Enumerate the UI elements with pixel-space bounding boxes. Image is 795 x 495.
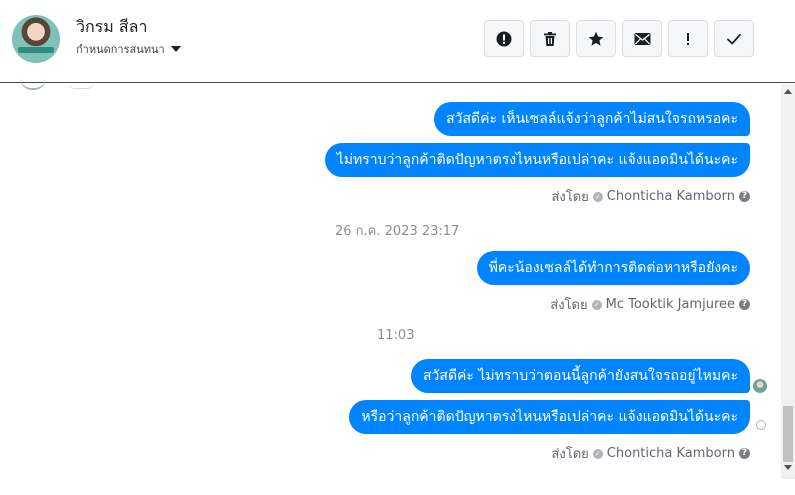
delete-button[interactable] [530,20,570,57]
timestamp: 26 ก.ค. 2023 23:17 [335,224,460,239]
verified-check-icon: ✓ [592,191,603,202]
scroll-up-arrow-icon[interactable] [781,88,795,98]
conversation-header: วิกรม สีลา กำหนดการสนทนา [0,0,795,83]
scrollbar[interactable] [781,84,795,479]
delivered-status-icon [756,420,766,430]
alert-circle-icon [496,31,512,46]
sent-by-label: ส่งโดย [550,298,588,313]
sent-by-label: ส่งโดย [551,447,589,462]
help-icon[interactable]: ? [739,448,750,459]
sent-by-line: ส่งโดย ✓ Chonticha Kamborn ? [551,186,750,207]
scroll-down-arrow-icon[interactable] [781,465,795,475]
mark-spam-button[interactable] [484,20,524,57]
message-bubble[interactable]: สวัสดีค่ะ ไม่ทราบว่าตอนนี้ลูกค้ายังสนใจร… [411,359,750,393]
previous-element-edge [68,82,94,89]
follow-up-button[interactable] [668,20,708,57]
contact-name[interactable]: วิกรม สีลา [76,15,147,40]
sender-name: Chonticha Kamborn [606,446,735,461]
sender-name: Chonticha Kamborn [606,189,735,204]
previous-avatar-edge [20,78,46,90]
timestamp: 11:03 [377,328,415,343]
star-icon [588,31,604,46]
scrollbar-thumb[interactable] [783,406,793,462]
sent-by-label: ส่งโดย [551,190,589,205]
conversation-toolbar [484,20,754,57]
sender-name: Mc Tooktik Jamjuree [605,297,735,312]
trash-icon [544,31,556,46]
message-bubble[interactable]: พี่คะน้องเซลล์ได้ทำการติดต่อหาหรือยังคะ [476,251,750,285]
message-bubble[interactable]: หรือว่าลูกค้าติดปัญหาตรงไหนหรือเปล่าคะ แ… [349,400,750,434]
conversation-settings-dropdown[interactable]: กำหนดการสนทนา [76,40,181,58]
help-icon[interactable]: ? [739,191,750,202]
verified-check-icon: ✓ [591,299,602,310]
conversation-settings-label: กำหนดการสนทนา [76,43,165,56]
exclamation-icon [687,32,689,45]
mark-unread-button[interactable] [622,20,662,57]
mark-done-button[interactable] [714,20,754,57]
star-button[interactable] [576,20,616,57]
sent-by-line: ส่งโดย ✓ Chonticha Kamborn ? [551,443,750,464]
message-bubble[interactable]: ไม่ทราบว่าลูกค้าติดปัญหาตรงไหนหรือเปล่าค… [324,143,750,177]
contact-avatar[interactable] [12,15,60,63]
checkmark-icon [727,33,741,44]
sent-by-line: ส่งโดย ✓ Mc Tooktik Jamjuree ? [550,294,750,315]
message-bubble[interactable]: สวัสดีค่ะ เห็นเซลล์แจ้งว่าลูกค้าไม่สนใจร… [434,102,750,136]
read-receipt-avatar [753,379,767,393]
envelope-icon [634,32,650,45]
verified-check-icon: ✓ [592,448,603,459]
help-icon[interactable]: ? [739,299,750,310]
caret-down-icon [170,46,181,52]
